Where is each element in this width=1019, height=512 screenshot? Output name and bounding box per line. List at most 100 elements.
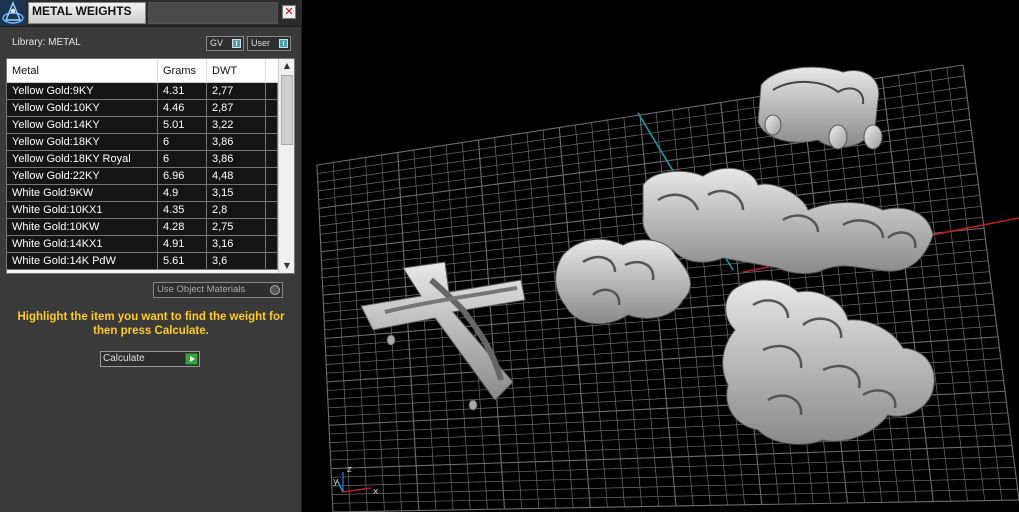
library-label: Library: METAL (12, 37, 81, 48)
table-row[interactable]: White Gold:14KX1 4.91 3,16 (7, 236, 278, 253)
table-row[interactable]: Yellow Gold:14KY 5.01 3,22 (7, 117, 278, 134)
dwt-cell: 2,75 (207, 219, 266, 235)
grams-cell: 6 (158, 151, 207, 167)
grid-line (331, 456, 1014, 478)
extra-cell (266, 117, 278, 133)
axis-label-y: y (333, 477, 339, 487)
metal-cell: White Gold:14K PdW (7, 253, 158, 269)
viewport-canvas[interactable]: z y x (303, 0, 1019, 512)
table-row[interactable]: White Gold:10KX1 4.35 2,8 (7, 202, 278, 219)
table-row[interactable]: White Gold:10KW 4.28 2,75 (7, 219, 278, 236)
metal-cell: Yellow Gold:18KY Royal (7, 151, 158, 167)
table-header: Metal Grams DWT (7, 59, 278, 83)
grams-cell: 5.01 (158, 117, 207, 133)
extra-cell (266, 236, 278, 252)
metal-cell: White Gold:14KX1 (7, 236, 158, 252)
grams-cell: 4.46 (158, 100, 207, 116)
user-library-label: User (251, 38, 271, 48)
grid-line (946, 67, 1003, 501)
scroll-up-icon[interactable]: ▲ (279, 59, 294, 73)
column-header-metal[interactable]: Metal (7, 59, 158, 83)
info-icon (232, 39, 241, 48)
use-object-materials-label: Use Object Materials (157, 284, 246, 295)
dwt-cell: 3,15 (207, 185, 266, 201)
app-logo-icon (0, 0, 26, 26)
grams-cell: 4.35 (158, 202, 207, 218)
grams-cell: 6.96 (158, 168, 207, 184)
table-row[interactable]: White Gold:14K PdW 5.61 3,6 (7, 253, 278, 270)
extra-cell (266, 168, 278, 184)
grid-line (914, 72, 968, 501)
gv-library-button[interactable]: GV (206, 36, 244, 51)
axis-triad: z y x (333, 465, 379, 497)
user-library-button[interactable]: User (247, 36, 291, 51)
metal-weights-panel: METAL WEIGHTS ✕ Library: METAL GV User M… (0, 0, 302, 512)
panel-titlebar: METAL WEIGHTS ✕ (0, 0, 302, 27)
metal-cell: Yellow Gold:10KY (7, 100, 158, 116)
table-row[interactable]: Yellow Gold:9KY 4.31 2,77 (7, 83, 278, 100)
extra-cell (266, 219, 278, 235)
grid-line (330, 445, 1013, 470)
gv-library-label: GV (210, 38, 224, 48)
dwt-cell: 4,48 (207, 168, 266, 184)
grid-line (331, 467, 1015, 487)
metal-cell: White Gold:10KX1 (7, 202, 158, 218)
info-icon (279, 39, 288, 48)
extra-cell (266, 134, 278, 150)
grams-cell: 6 (158, 134, 207, 150)
metal-cell: Yellow Gold:22KY (7, 168, 158, 184)
table-body: Yellow Gold:9KY 4.31 2,77 Yellow Gold:10KY 4… (7, 83, 278, 270)
toggle-circle-icon (270, 285, 280, 295)
table-row[interactable]: White Gold:9KW 4.9 3,15 (7, 185, 278, 202)
3d-viewport[interactable]: z y x (303, 0, 1019, 512)
dwt-cell: 2,77 (207, 83, 266, 99)
metal-cell: Yellow Gold:9KY (7, 83, 158, 99)
play-icon (185, 353, 198, 365)
metal-cell: White Gold:10KW (7, 219, 158, 235)
extra-cell (266, 83, 278, 99)
extra-cell (266, 253, 278, 269)
instruction-text: Highlight the item you want to find the … (17, 311, 285, 337)
dwt-cell: 3,86 (207, 151, 266, 167)
column-header-dwt[interactable]: DWT (207, 59, 266, 83)
table-row[interactable]: Yellow Gold:22KY 6.96 4,48 (7, 168, 278, 185)
grid-line (930, 69, 986, 501)
table-row[interactable]: Yellow Gold:10KY 4.46 2,87 (7, 100, 278, 117)
titlebar-spacer (148, 2, 278, 24)
close-icon: ✕ (284, 5, 294, 18)
dwt-cell: 3,22 (207, 117, 266, 133)
scroll-down-icon[interactable]: ▼ (279, 259, 294, 273)
axis-label-x: x (373, 487, 379, 497)
metal-cell: Yellow Gold:14KY (7, 117, 158, 133)
table-scrollbar[interactable]: ▲ ▼ (278, 59, 294, 273)
filigree-pendant-model[interactable] (555, 167, 935, 445)
use-object-materials-toggle[interactable]: Use Object Materials (153, 282, 283, 298)
table-row[interactable]: Yellow Gold:18KY Royal 6 3,86 (7, 151, 278, 168)
dwt-cell: 2,8 (207, 202, 266, 218)
calculate-button[interactable]: Calculate (100, 351, 200, 367)
grams-cell: 4.28 (158, 219, 207, 235)
grams-cell: 4.31 (158, 83, 207, 99)
extra-cell (266, 100, 278, 116)
panel-title: METAL WEIGHTS (28, 2, 146, 24)
grams-cell: 4.9 (158, 185, 207, 201)
scrollbar-thumb[interactable] (281, 75, 293, 145)
dwt-cell: 3,6 (207, 253, 266, 269)
close-button[interactable]: ✕ (282, 5, 296, 19)
table-row[interactable]: Yellow Gold:18KY 6 3,86 (7, 134, 278, 151)
column-header-grams[interactable]: Grams (158, 59, 207, 83)
dwt-cell: 2,87 (207, 100, 266, 116)
dwt-cell: 3,16 (207, 236, 266, 252)
extra-cell (266, 202, 278, 218)
extra-cell (266, 151, 278, 167)
crucifix-model[interactable] (360, 261, 526, 411)
grid-line (898, 74, 951, 502)
metal-weights-table: Metal Grams DWT Yellow Gold:9KY 4.31 2,77 Y… (6, 58, 295, 274)
grams-cell: 4.91 (158, 236, 207, 252)
axis-label-z: z (347, 465, 352, 475)
ornament-top-model[interactable] (757, 66, 883, 150)
metal-cell: White Gold:9KW (7, 185, 158, 201)
extra-cell (266, 185, 278, 201)
dwt-cell: 3,86 (207, 134, 266, 150)
grid-line (962, 64, 1019, 501)
